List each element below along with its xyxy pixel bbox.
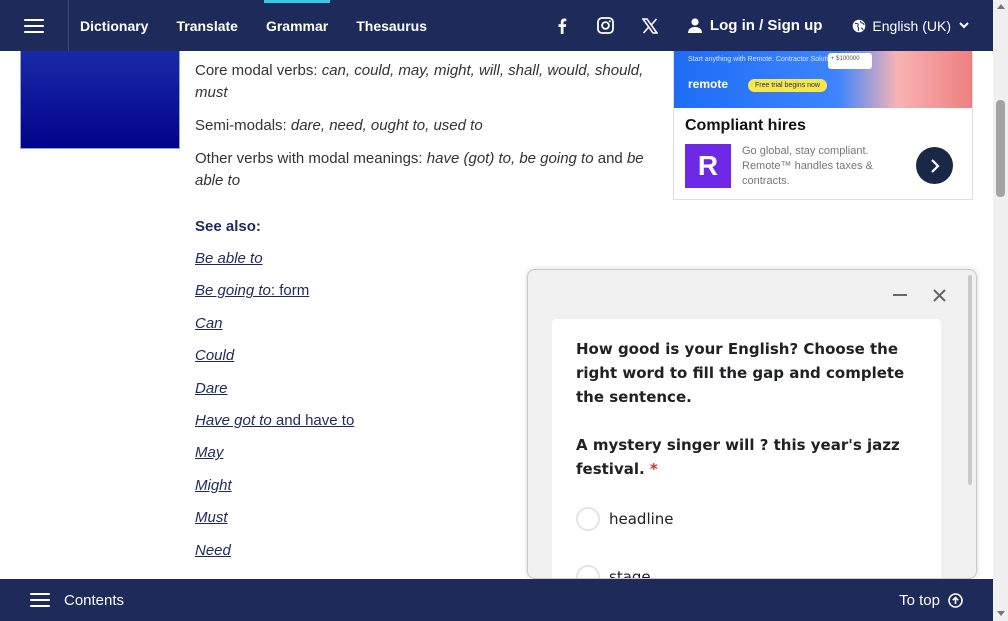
chevron-down-icon	[959, 22, 969, 29]
link-be-going-to[interactable]: Be going to: form	[195, 282, 309, 299]
ad-banner-image: Start anything with Remote. Contractor S…	[674, 51, 972, 108]
ad-banner-brand: remote	[688, 77, 729, 91]
minimize-button[interactable]	[890, 285, 910, 305]
arrow-up-circle-icon	[948, 592, 963, 608]
scroll-up-arrow-icon[interactable]	[997, 4, 1005, 9]
nav-translate[interactable]: Translate	[176, 0, 251, 51]
link-can[interactable]: Can	[195, 315, 223, 332]
link-be-able-to[interactable]: Be able to	[195, 250, 263, 267]
close-icon	[932, 288, 946, 302]
link-might[interactable]: Might	[195, 477, 232, 494]
option-label: headline	[609, 510, 674, 528]
language-selector[interactable]: English (UK)	[852, 18, 969, 34]
ad-description: Go global, stay compliant. Remote™ handl…	[742, 145, 873, 187]
other-verbs-line: Other verbs with modal meanings: have (g…	[195, 150, 644, 189]
remote-logo-icon: R	[685, 144, 731, 188]
instagram-icon[interactable]	[584, 0, 628, 51]
contents-label: Contents	[64, 591, 125, 609]
quiz-option-stage[interactable]: stage	[576, 565, 917, 579]
header-actions: Log in / Sign up English (UK)	[540, 0, 993, 51]
link-have-got-to[interactable]: Have got to and have to	[195, 412, 354, 429]
login-label: Log in / Sign up	[709, 17, 823, 34]
link-must[interactable]: Must	[195, 509, 228, 526]
quiz-option-headline[interactable]: headline	[576, 507, 917, 531]
radio-button[interactable]	[576, 565, 600, 578]
see-also-heading: See also:	[195, 218, 261, 235]
quiz-prompt: How good is your English? Choose the rig…	[576, 340, 905, 406]
user-icon	[687, 18, 702, 33]
option-label: stage	[609, 568, 651, 579]
bottom-bar: Contents To top	[0, 579, 993, 621]
core-modals-line: Core modal verbs: can, could, may, might…	[195, 62, 644, 101]
advertisement[interactable]: Start anything with Remote. Contractor S…	[673, 51, 973, 200]
required-mark: *	[649, 460, 658, 478]
main-nav: Dictionary Translate Grammar Thesaurus	[80, 0, 455, 51]
ad-banner-card: + $100000	[828, 53, 872, 69]
chevron-right-icon	[930, 158, 940, 173]
nav-grammar[interactable]: Grammar	[263, 0, 342, 51]
language-label: English (UK)	[872, 17, 951, 34]
ad-title: Compliant hires	[685, 117, 806, 134]
nav-thesaurus[interactable]: Thesaurus	[356, 0, 441, 51]
x-icon[interactable]	[628, 0, 672, 51]
ad-banner-subtext: Start anything with Remote. Contractor S…	[688, 56, 836, 63]
link-need[interactable]: Need	[195, 542, 231, 559]
facebook-icon[interactable]	[540, 0, 584, 51]
to-top-label: To top	[899, 591, 940, 609]
link-could[interactable]: Could	[195, 347, 234, 364]
link-may[interactable]: May	[195, 444, 223, 461]
blue-thumbnail-image	[20, 51, 180, 149]
close-button[interactable]	[929, 285, 949, 305]
login-button[interactable]: Log in / Sign up	[687, 17, 823, 34]
ad-body: R Go global, stay compliant. Remote™ han…	[685, 144, 972, 189]
minimize-icon	[893, 294, 907, 296]
globe-icon	[853, 19, 866, 32]
nav-dictionary[interactable]: Dictionary	[80, 0, 162, 51]
scrollbar-thumb[interactable]	[996, 100, 1005, 197]
to-top-button[interactable]: To top	[899, 592, 963, 609]
menu-button[interactable]	[0, 0, 69, 51]
contents-button[interactable]: Contents	[30, 592, 124, 609]
link-dare[interactable]: Dare	[195, 380, 228, 397]
hamburger-icon	[24, 18, 44, 33]
top-navigation-bar: Dictionary Translate Grammar Thesaurus L…	[0, 0, 993, 51]
page-scrollbar[interactable]	[993, 0, 1008, 621]
semi-modals-line: Semi-modals: dare, need, ought to, used …	[195, 117, 483, 134]
quiz-card: How good is your English? Choose the rig…	[552, 319, 941, 579]
quiz-scrollbar[interactable]	[968, 275, 972, 485]
radio-button[interactable]	[576, 507, 600, 531]
quiz-popup: How good is your English? Choose the rig…	[527, 269, 977, 579]
scroll-down-arrow-icon[interactable]	[997, 611, 1005, 616]
quiz-sentence: A mystery singer will ? this year's jazz…	[576, 436, 900, 478]
list-icon	[30, 593, 50, 607]
ad-banner-cta: Free trial begins now	[748, 79, 827, 92]
ad-go-button[interactable]	[916, 147, 953, 184]
